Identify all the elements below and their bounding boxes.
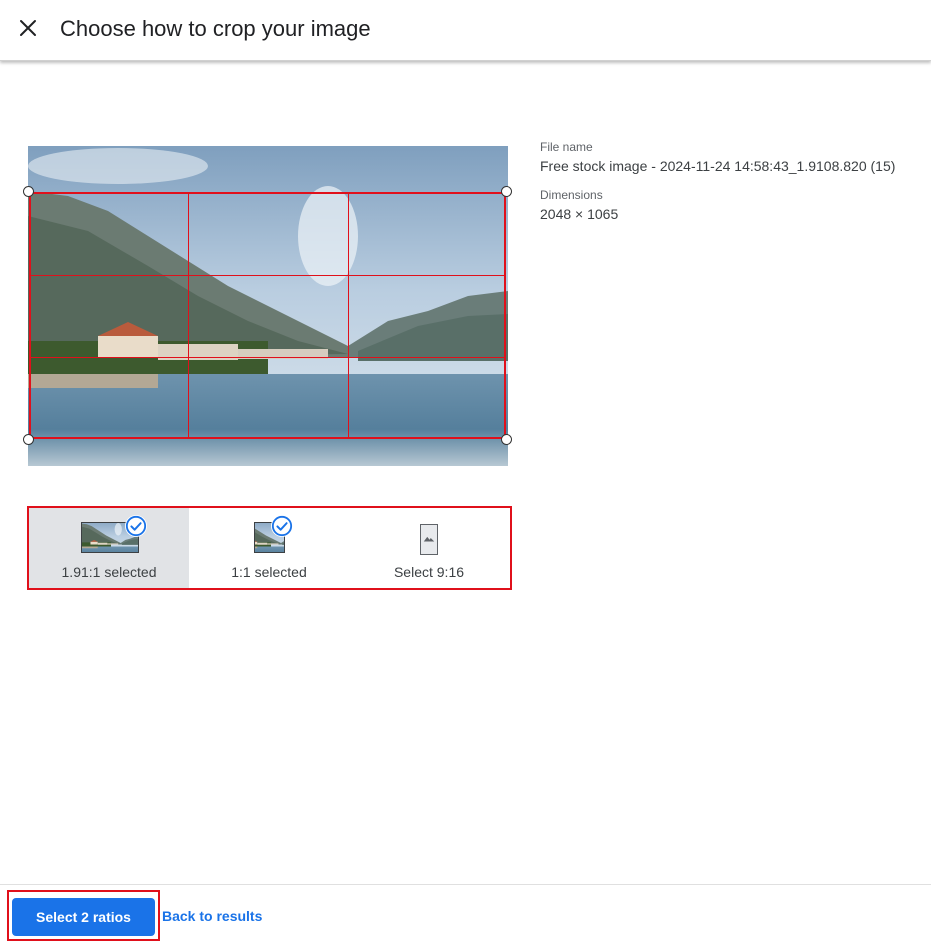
dimensions-label: Dimensions <box>540 188 603 202</box>
ratio-option-1-91-1[interactable]: 1.91:1 selected <box>29 508 189 588</box>
ratio-option-1-1[interactable]: 1:1 selected <box>189 508 349 588</box>
image-placeholder-icon <box>423 536 435 542</box>
crop-handle-top-left[interactable] <box>23 186 34 197</box>
ratio-label: 1.91:1 selected <box>61 564 157 580</box>
check-circle-icon <box>271 515 293 537</box>
crop-frame[interactable] <box>29 192 506 439</box>
back-to-results-link[interactable]: Back to results <box>162 908 262 924</box>
dialog-footer: Select 2 ratios Back to results <box>0 884 931 943</box>
crop-grid-line <box>31 357 504 358</box>
crop-handle-bottom-right[interactable] <box>501 434 512 445</box>
ratio-option-9-16[interactable]: Select 9:16 <box>349 508 509 588</box>
check-circle-icon <box>125 515 147 537</box>
close-button[interactable] <box>14 14 42 42</box>
ratio-selector: 1.91:1 selected 1:1 selected Select 9:16 <box>27 506 512 590</box>
crop-grid-line <box>348 194 349 437</box>
ratio-thumbnail <box>420 524 438 555</box>
page-title: Choose how to crop your image <box>60 16 371 41</box>
file-name-value: Free stock image - 2024-11-24 14:58:43_1… <box>540 158 896 174</box>
file-name-label: File name <box>540 140 593 154</box>
crop-grid-line <box>31 275 504 276</box>
crop-grid-line <box>188 194 189 437</box>
select-ratios-button[interactable]: Select 2 ratios <box>12 898 155 936</box>
ratio-label: 1:1 selected <box>231 564 307 580</box>
close-icon <box>20 20 36 36</box>
dimensions-value: 2048 × 1065 <box>540 206 619 222</box>
crop-handle-top-right[interactable] <box>501 186 512 197</box>
crop-handle-bottom-left[interactable] <box>23 434 34 445</box>
dialog-header: Choose how to crop your image <box>0 0 931 61</box>
ratio-label: Select 9:16 <box>393 564 465 580</box>
